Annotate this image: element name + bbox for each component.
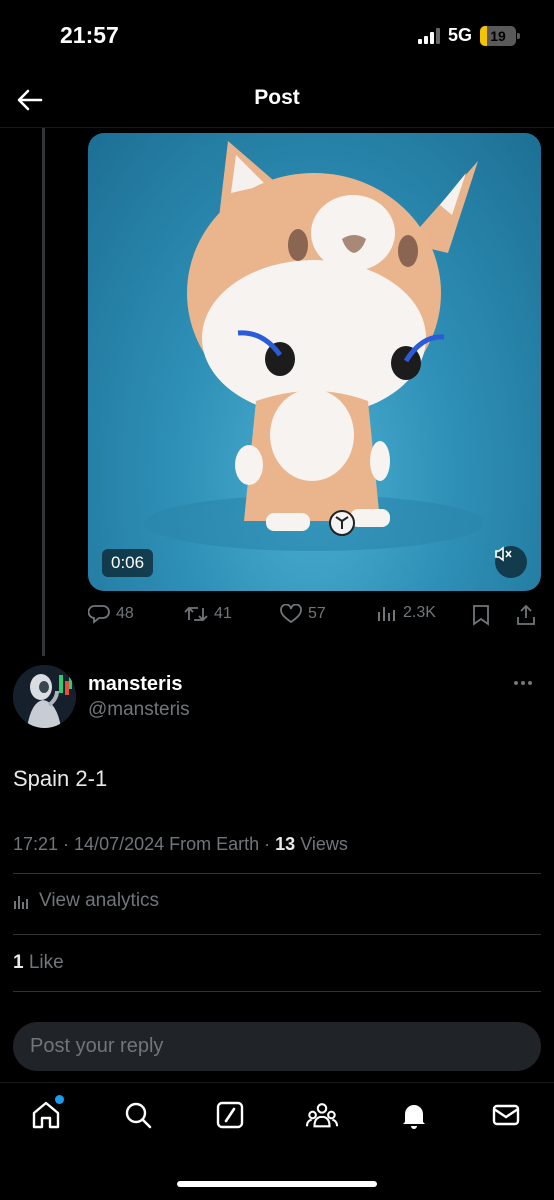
reply-placeholder: Post your reply bbox=[30, 1035, 164, 1057]
views-action[interactable]: 2.3K bbox=[377, 604, 436, 622]
views-chart-icon bbox=[378, 607, 395, 621]
thread-line bbox=[42, 128, 45, 656]
robot-avatar-image bbox=[13, 665, 76, 728]
muted-speaker-icon bbox=[495, 546, 512, 562]
divider bbox=[13, 991, 541, 992]
envelope-icon bbox=[492, 1104, 520, 1126]
bookmark-button[interactable] bbox=[472, 604, 490, 626]
view-analytics-label: View analytics bbox=[39, 890, 160, 911]
bell-icon bbox=[403, 1105, 425, 1129]
nav-search[interactable] bbox=[122, 1099, 154, 1131]
author-name[interactable]: mansteris bbox=[88, 673, 183, 696]
repost-action[interactable]: 41 bbox=[184, 604, 232, 624]
home-icon bbox=[32, 1101, 60, 1129]
notification-dot bbox=[55, 1095, 64, 1104]
like-count: 57 bbox=[308, 605, 326, 622]
like-action[interactable]: 57 bbox=[280, 604, 326, 624]
battery-icon: 19 bbox=[480, 25, 520, 46]
likes-row[interactable]: 1 Like bbox=[13, 952, 64, 974]
search-icon bbox=[125, 1102, 152, 1129]
share-icon bbox=[517, 604, 535, 625]
divider bbox=[13, 934, 541, 935]
communities-icon bbox=[306, 1103, 338, 1128]
bookmark-icon bbox=[473, 605, 489, 626]
more-options-button[interactable] bbox=[514, 676, 538, 690]
nav-communities[interactable] bbox=[306, 1099, 338, 1131]
reply-count: 48 bbox=[116, 605, 134, 622]
top-header: Post bbox=[0, 72, 554, 128]
status-bar: 21:57 5G 19 bbox=[0, 0, 554, 72]
grok-icon bbox=[216, 1101, 244, 1129]
status-time: 21:57 bbox=[60, 22, 119, 48]
analytics-icon bbox=[14, 896, 28, 909]
status-indicators: 5G 19 bbox=[417, 25, 520, 46]
repost-count: 41 bbox=[214, 605, 232, 622]
divider bbox=[13, 873, 541, 874]
video-frame-shiba-character bbox=[144, 141, 484, 551]
mute-button[interactable] bbox=[495, 546, 527, 578]
view-analytics-link[interactable]: View analytics bbox=[13, 890, 159, 912]
battery-percent: 19 bbox=[490, 27, 506, 44]
heart-icon bbox=[280, 604, 302, 624]
likes-label: Like bbox=[23, 952, 64, 973]
views-count: 2.3K bbox=[403, 604, 436, 621]
author-avatar[interactable] bbox=[13, 665, 76, 728]
author-handle[interactable]: @mansteris bbox=[88, 699, 190, 721]
video-player[interactable]: 0:06 bbox=[88, 133, 541, 591]
nav-home[interactable] bbox=[30, 1095, 64, 1131]
post-text: Spain 2-1 bbox=[13, 766, 108, 791]
page-title: Post bbox=[254, 86, 300, 109]
video-duration: 0:06 bbox=[102, 549, 154, 577]
post-action-bar: 48 41 57 2.3K bbox=[88, 600, 541, 634]
reply-action[interactable]: 48 bbox=[88, 604, 134, 624]
home-indicator bbox=[177, 1181, 377, 1187]
share-button[interactable] bbox=[516, 604, 536, 626]
repost-icon bbox=[184, 606, 208, 622]
nav-grok[interactable] bbox=[214, 1099, 246, 1131]
reply-input[interactable]: Post your reply bbox=[13, 1022, 541, 1071]
reply-icon bbox=[88, 605, 110, 624]
post-meta: 17:21 · 14/07/2024 From Earth · 13 Views bbox=[13, 834, 348, 855]
post-timestamp: 17:21 · 14/07/2024 From Earth · bbox=[13, 834, 276, 854]
post-views-label: Views bbox=[295, 834, 348, 854]
network-type: 5G bbox=[447, 25, 472, 45]
post-views-count: 13 bbox=[275, 834, 296, 854]
nav-messages[interactable] bbox=[490, 1099, 522, 1131]
signal-icon bbox=[417, 27, 440, 44]
nav-notifications[interactable] bbox=[398, 1099, 430, 1131]
likes-count: 1 bbox=[13, 952, 24, 973]
